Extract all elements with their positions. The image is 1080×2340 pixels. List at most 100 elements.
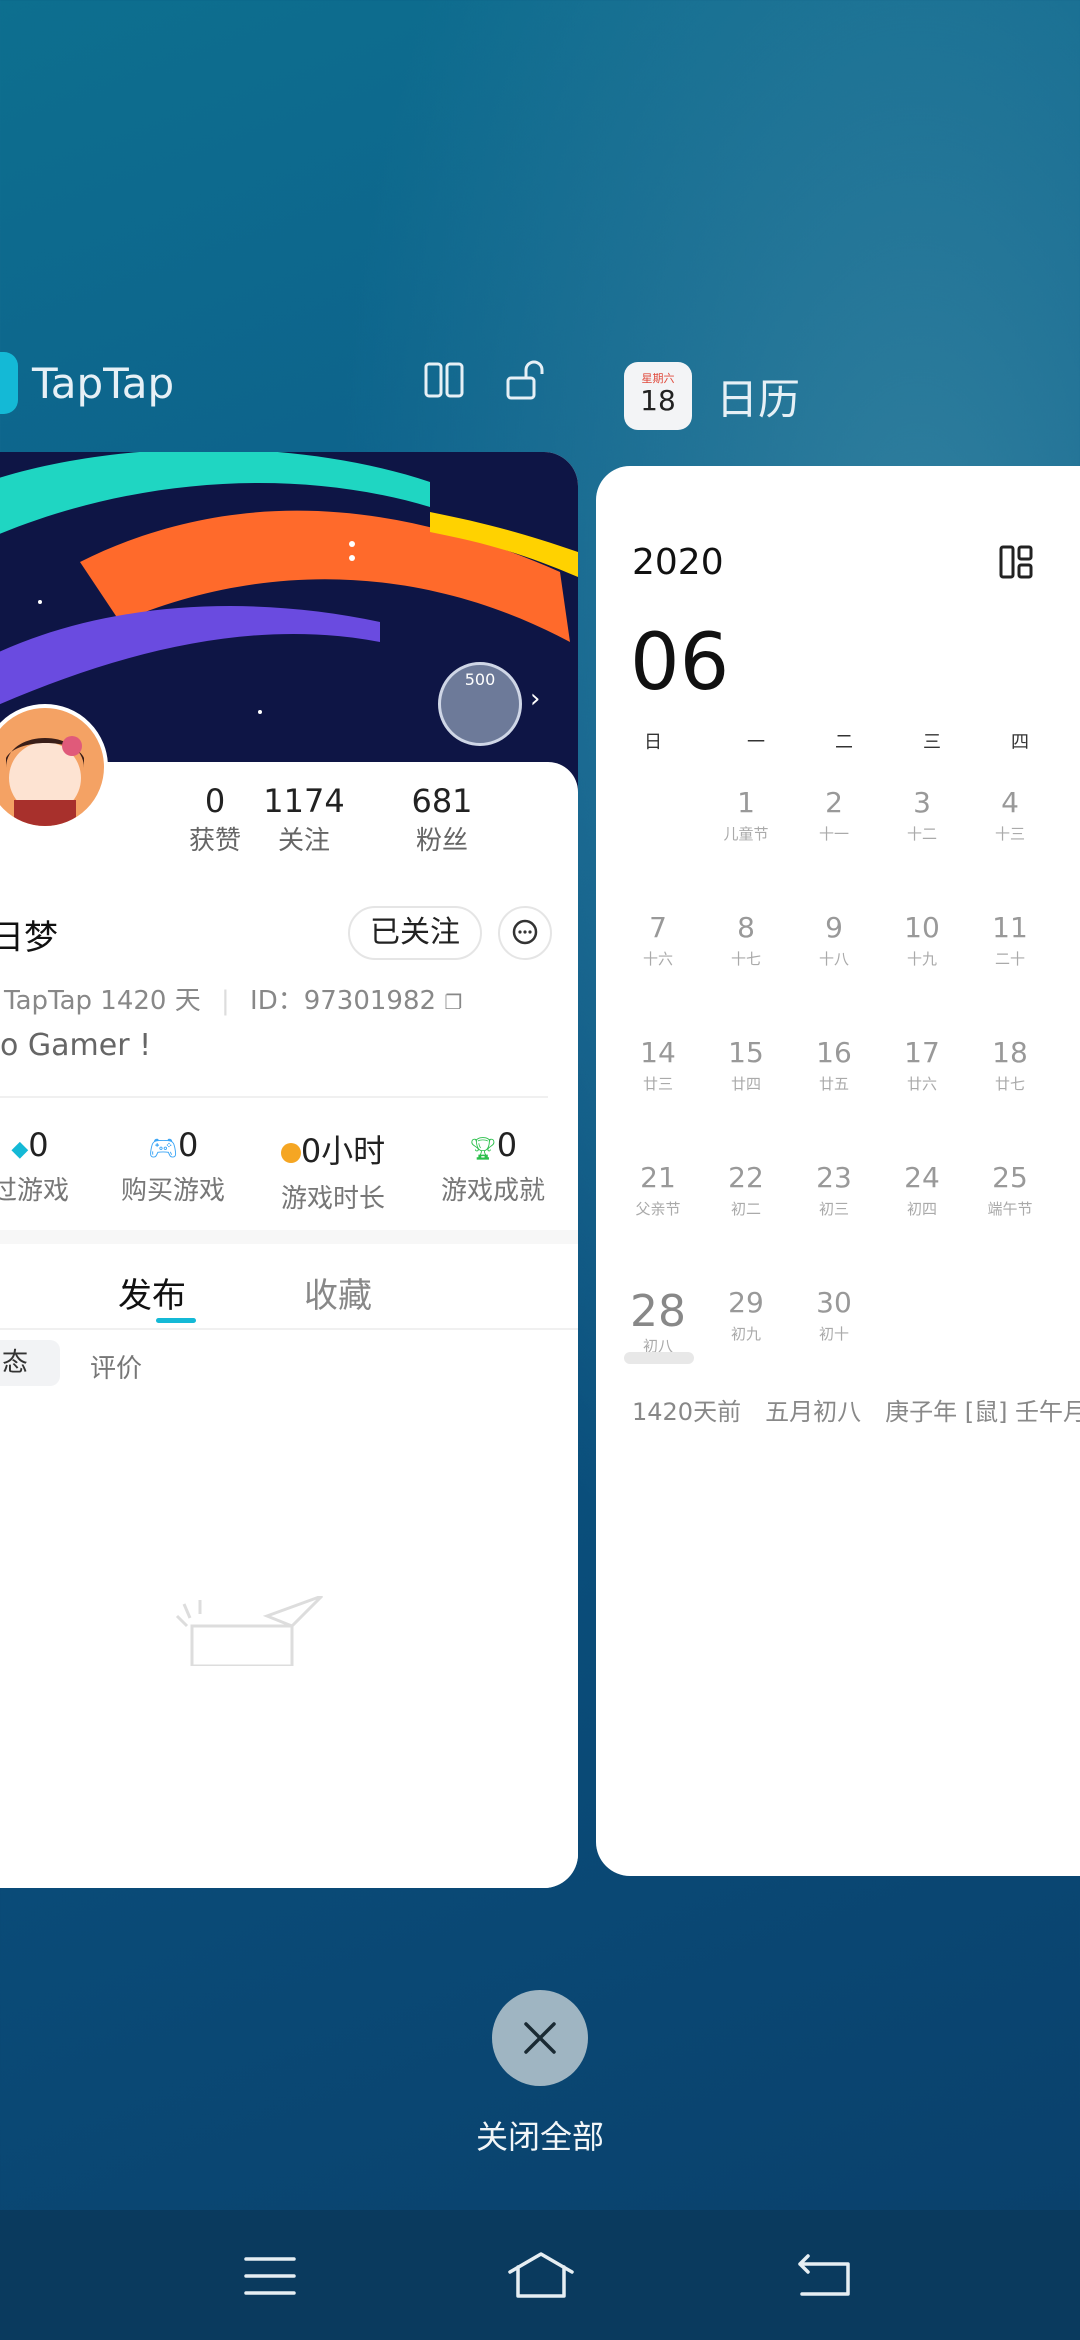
calendar-day[interactable]: 21 父亲节 [614, 1161, 702, 1286]
played-games-stat[interactable]: ◆0 过游戏 [0, 1126, 80, 1207]
home-icon[interactable] [506, 2250, 576, 2304]
user-bio: o Gamer ! [0, 1028, 152, 1063]
close-all-button[interactable] [492, 1990, 588, 2086]
tabs-divider [0, 1328, 578, 1330]
gem-icon: ◆ [11, 1137, 29, 1162]
tab-favorites[interactable]: 收藏 [304, 1268, 372, 1317]
day-number: 2 [825, 786, 843, 819]
purchased-games-stat[interactable]: 🎮︎0 购买游戏 [108, 1126, 238, 1207]
day-number: 8 [737, 911, 755, 944]
divider [0, 1096, 548, 1098]
message-icon[interactable] [498, 906, 552, 960]
trophy-icon: 🏆︎ [468, 1137, 497, 1162]
gamepad-icon: 🎮︎ [147, 1134, 179, 1162]
likes-label: 获赞 [188, 826, 241, 856]
calendar-icon-weekday: 星期六 [641, 372, 675, 385]
calendar-day[interactable]: 15 廿四 [702, 1036, 790, 1161]
close-all-label: 关闭全部 [475, 2118, 604, 2156]
subtab-moments[interactable]: 态 [0, 1340, 60, 1386]
calendar-day[interactable]: 18 廿七 [966, 1036, 1054, 1161]
calendar-day[interactable]: 23 初三 [790, 1161, 878, 1286]
username: 日梦 [0, 918, 58, 958]
day-lunar: 端午节 [987, 1200, 1033, 1218]
calendar-day[interactable]: 10 十九 [878, 911, 966, 1036]
calendar-app-name: 日历 [716, 374, 801, 424]
tab-publish[interactable]: 发布 [118, 1268, 186, 1317]
calendar-recent-card[interactable]: 2020 06 日 一 二 三 四 1 儿童节 2 十一 3 十二 4 十三 7 十六 8… [596, 466, 1080, 1876]
calendar-year: 2020 [632, 542, 724, 583]
taptap-app-icon[interactable] [0, 352, 18, 414]
calendar-day[interactable]: 1 儿童节 [702, 786, 790, 911]
likes-stat[interactable]: 0 获赞 [170, 782, 260, 857]
playtime-stat[interactable]: 0小时 游戏时长 [268, 1126, 398, 1215]
day-lunar: 二十 [994, 950, 1025, 968]
calendar-day[interactable]: 8 十七 [702, 911, 790, 1036]
day-number: 4 [1001, 786, 1019, 819]
calendar-day[interactable]: 14 廿三 [614, 1036, 702, 1161]
fans-label: 粉丝 [415, 826, 468, 856]
calendar-app-icon[interactable]: 星期六 18 [624, 362, 692, 430]
purchased-games-value: 0 [178, 1126, 199, 1164]
achievements-stat[interactable]: 🏆︎0 游戏成就 [428, 1126, 558, 1207]
empty-state-illustration [172, 1594, 332, 1670]
likes-count: 0 [204, 782, 226, 820]
calendar-day[interactable]: 4 十三 [966, 786, 1054, 911]
subtab-reviews[interactable]: 评价 [90, 1348, 142, 1385]
chevron-right-icon[interactable]: › [530, 684, 540, 714]
weekday-label: 四 [1011, 732, 1029, 753]
stopwatch-icon [280, 1143, 301, 1163]
calendar-day[interactable]: 3 十二 [878, 786, 966, 911]
taptap-card-header: TapTap [0, 352, 174, 414]
calendar-day[interactable]: 7 十六 [614, 911, 702, 1036]
calendar-day[interactable]: 22 初二 [702, 1161, 790, 1286]
following-label: 关注 [277, 826, 330, 856]
menu-icon[interactable] [244, 2256, 296, 2300]
copy-icon[interactable]: ❐ [444, 990, 462, 1014]
calendar-month: 06 [630, 618, 730, 708]
calendar-day[interactable]: 17 廿六 [878, 1036, 966, 1161]
calendar-day[interactable]: 2 十一 [790, 786, 878, 911]
calendar-day[interactable]: 11 二十 [966, 911, 1054, 1036]
taptap-recent-card[interactable]: 500 › 0 获赞 1174 关注 681 粉丝 日梦 已关注 TapTap … [0, 452, 578, 1888]
split-screen-icon[interactable] [424, 362, 464, 398]
day-number: 9 [825, 911, 843, 944]
following-count: 1174 [263, 782, 345, 820]
day-number: 3 [913, 786, 931, 819]
navigation-bar [0, 2210, 1080, 2340]
achievements-value: 0 [496, 1126, 518, 1164]
calendar-day[interactable] [614, 786, 702, 911]
fans-count: 681 [411, 782, 473, 820]
follow-button[interactable]: 已关注 [348, 906, 482, 960]
played-games-value: 0 [28, 1126, 49, 1164]
close-icon [524, 2022, 556, 2054]
day-lunar: 十八 [818, 950, 849, 968]
layout-toggle-icon[interactable] [998, 544, 1034, 584]
calendar-day[interactable]: 24 初四 [878, 1161, 966, 1286]
calendar-week-row: 14 廿三 15 廿四 16 廿五 17 廿六 18 廿七 [614, 1036, 1080, 1161]
calendar-grid: 1 儿童节 2 十一 3 十二 4 十三 7 十六 8 十七 9 十八 10 十九 11 二十 1… [614, 786, 1080, 1411]
day-number: 17 [904, 1036, 940, 1069]
member-days: TapTap 1420 天 [4, 986, 201, 1016]
level-badge[interactable]: 500 [438, 662, 522, 746]
calendar-card-header: 星期六 18 日历 [624, 362, 800, 430]
calendar-day[interactable]: 25 端午节 [966, 1161, 1054, 1286]
day-number: 22 [728, 1161, 764, 1194]
tab-indicator [156, 1318, 196, 1323]
taptap-app-name: TapTap [32, 358, 175, 408]
subtab-moments-label: 态 [2, 1348, 29, 1378]
user-id: ID：97301982 [250, 986, 437, 1016]
calendar-footer: 1420天前 五月初八 庚子年 [鼠] 壬午月 [632, 1398, 1080, 1426]
calendar-day[interactable]: 16 廿五 [790, 1036, 878, 1161]
weekday-label: 日 [644, 732, 662, 753]
day-lunar: 初三 [818, 1200, 849, 1218]
fans-stat[interactable]: 681 粉丝 [392, 782, 492, 857]
day-number: 18 [992, 1036, 1028, 1069]
achievements-label: 游戏成就 [440, 1176, 545, 1206]
back-icon[interactable] [796, 2252, 852, 2302]
playtime-value: 0小时 [300, 1132, 386, 1170]
weekday-header: 日 一 二 三 四 [624, 728, 1080, 754]
calendar-day[interactable]: 9 十八 [790, 911, 878, 1036]
following-stat[interactable]: 1174 关注 [254, 782, 354, 857]
unlock-icon[interactable] [504, 358, 548, 402]
day-number: 23 [816, 1161, 852, 1194]
